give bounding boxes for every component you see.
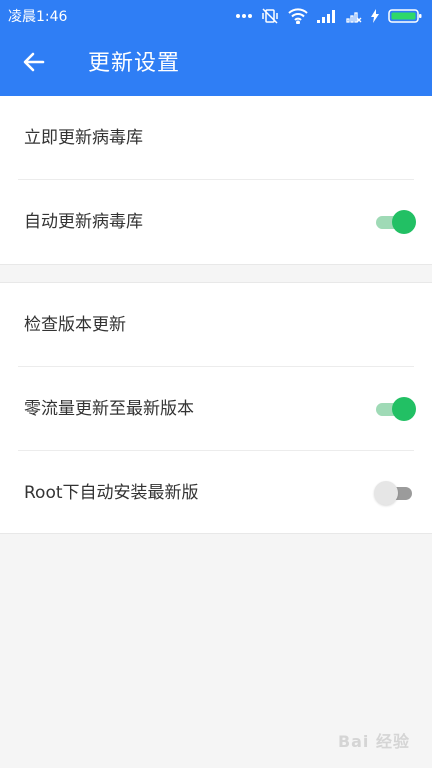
- toggle-thumb: [374, 481, 398, 505]
- status-icons: [236, 7, 422, 25]
- root-auto-install-label: Root下自动安装最新版: [24, 483, 199, 503]
- update-now-label: 立即更新病毒库: [24, 128, 143, 148]
- signal-icon: [317, 9, 337, 23]
- status-time: 凌晨1:46: [8, 9, 68, 25]
- root-auto-install-row[interactable]: Root下自动安装最新版: [0, 451, 432, 535]
- zero-data-update-label: 零流量更新至最新版本: [24, 399, 194, 419]
- zero-data-update-row[interactable]: 零流量更新至最新版本: [0, 367, 432, 451]
- battery-icon: [388, 8, 422, 24]
- check-version-label: 检查版本更新: [24, 315, 126, 335]
- check-version-row[interactable]: 检查版本更新: [0, 283, 432, 367]
- app-bar: 更新设置: [0, 32, 432, 96]
- auto-update-label: 自动更新病毒库: [24, 212, 143, 232]
- watermark: Bai 经验: [337, 732, 410, 751]
- back-button[interactable]: [14, 46, 54, 82]
- page-title: 更新设置: [88, 51, 181, 76]
- root-auto-install-toggle[interactable]: [374, 480, 416, 506]
- virus-db-section: 立即更新病毒库 自动更新病毒库: [0, 96, 432, 265]
- charging-icon: [371, 9, 379, 23]
- update-now-row[interactable]: 立即更新病毒库: [0, 96, 432, 180]
- wifi-icon: [288, 8, 308, 24]
- toggle-thumb: [392, 397, 416, 421]
- zero-data-update-toggle[interactable]: [374, 396, 416, 422]
- auto-update-row[interactable]: 自动更新病毒库: [0, 180, 432, 264]
- more-dots-icon: [236, 13, 252, 19]
- status-bar: 凌晨1:46: [0, 0, 432, 32]
- arrow-left-icon: [23, 52, 45, 76]
- toggle-thumb: [392, 210, 416, 234]
- no-sim-signal-icon: [346, 9, 362, 23]
- auto-update-toggle[interactable]: [374, 209, 416, 235]
- version-section: 检查版本更新 零流量更新至最新版本 Root下自动安装最新版: [0, 282, 432, 534]
- vibrate-off-icon: [261, 7, 279, 25]
